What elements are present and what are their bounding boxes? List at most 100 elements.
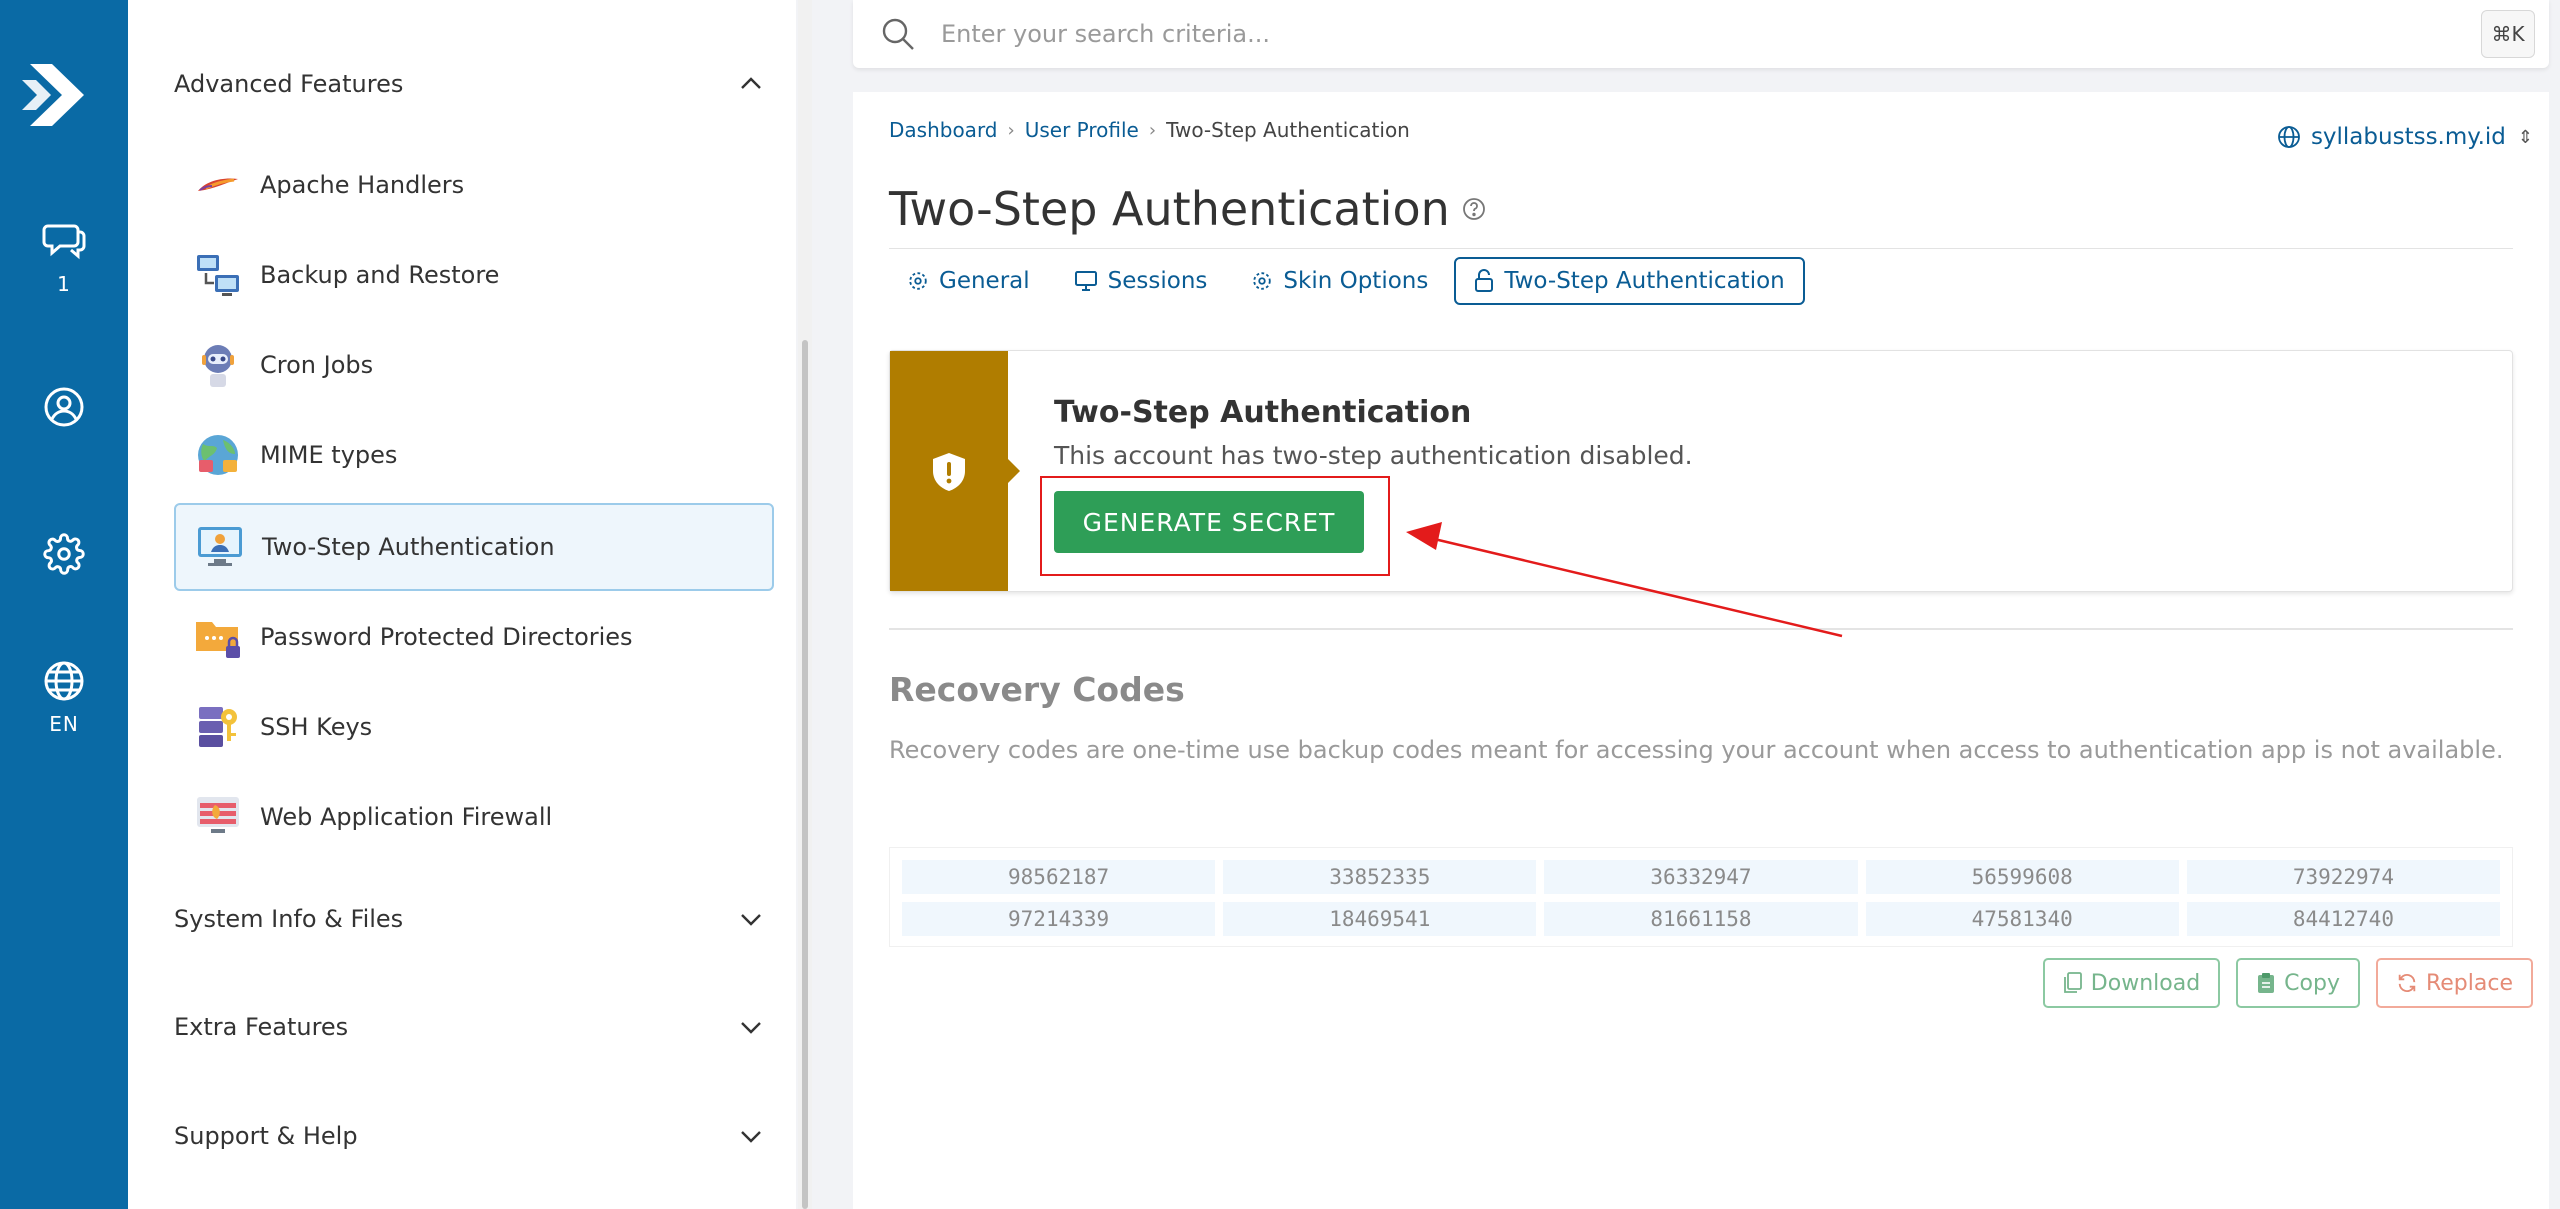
tab-general[interactable]: General [889,257,1048,305]
sidebar-item-ssh-keys[interactable]: SSH Keys [174,683,774,771]
title-divider [889,248,2513,249]
breadcrumb-dashboard[interactable]: Dashboard [889,118,998,142]
recovery-code: 73922974 [2186,860,2500,894]
page-title: Two-Step Authentication [889,182,1450,236]
domain-name: syllabustss.my.id [2310,124,2506,150]
rail-language[interactable]: EN [0,660,128,736]
alert-text: This account has two-step authentication… [1054,441,1693,470]
sidebar-item-apache-handlers[interactable]: Apache Handlers [174,141,774,229]
group-label: Support & Help [174,1122,358,1150]
download-button[interactable]: Download [2042,958,2221,1008]
group-support-help[interactable]: Support & Help [174,1114,764,1158]
mime-globe-icon [194,431,242,479]
sidebar-item-two-step-auth[interactable]: Two-Step Authentication [174,503,774,591]
server-key-icon [194,703,242,751]
tab-two-step-auth[interactable]: Two-Step Authentication [1454,257,1805,305]
tab-label: General [939,268,1030,294]
left-rail: 1 EN [0,0,128,1209]
locked-folder-icon [194,613,242,661]
refresh-icon [2398,974,2416,992]
sidebar-item-label: Web Application Firewall [260,803,553,831]
recovery-code: 81661158 [1544,902,1858,936]
help-circle-icon[interactable] [1462,197,1486,221]
firewall-icon [194,793,242,841]
domain-selector[interactable]: syllabustss.my.id ⇕ [2277,124,2533,150]
sidebar-item-label: Password Protected Directories [260,623,633,651]
sidebar-item-waf[interactable]: Web Application Firewall [174,773,774,861]
recovery-code: 56599608 [1865,860,2179,894]
sidebar: Advanced Features Apache Handlers Backup… [128,0,796,1209]
backup-computers-icon [194,251,242,299]
group-advanced-features[interactable]: Advanced Features [174,62,764,106]
breadcrumb-user-profile[interactable]: User Profile [1025,118,1139,142]
sidebar-item-label: Backup and Restore [260,261,500,289]
rail-settings[interactable] [0,533,128,575]
tab-label: Sessions [1107,268,1208,294]
recovery-codes-description: Recovery codes are one-time use backup c… [889,736,2504,764]
group-label: Advanced Features [174,70,404,98]
feather-icon [194,161,242,209]
recovery-code: 36332947 [1544,860,1858,894]
recovery-code: 98562187 [902,860,1216,894]
monitor-user-icon [196,523,244,571]
search-input[interactable] [941,20,2341,48]
language-label: EN [49,712,79,736]
sidebar-item-label: MIME types [260,441,398,469]
breadcrumb-separator-icon: › [1148,119,1157,141]
chevron-up-icon [741,77,761,89]
clipboard-icon [2258,973,2275,993]
globe-icon [44,661,84,701]
search-bar: ⌘K [853,0,2549,68]
group-label: System Info & Files [174,905,404,933]
breadcrumb: Dashboard › User Profile › Two-Step Auth… [889,118,1410,142]
recovery-code: 97214339 [902,902,1216,936]
logo-icon[interactable] [22,58,92,132]
recovery-code: 33852335 [1223,860,1537,894]
shield-alert-icon [933,453,965,491]
rail-profile[interactable] [0,386,128,428]
sidebar-scrollbar-thumb[interactable] [802,340,808,1209]
sidebar-item-label: Apache Handlers [260,171,465,199]
replace-button[interactable]: Replace [2375,958,2533,1008]
search-icon [882,18,914,50]
main-panel: Dashboard › User Profile › Two-Step Auth… [853,92,2549,1209]
sidebar-item-backup-restore[interactable]: Backup and Restore [174,231,774,319]
robot-icon [194,341,242,389]
chevron-down-icon [741,914,761,926]
rail-chat[interactable]: 1 [0,218,128,296]
recovery-actions: Download Copy Replace [2027,958,2533,1008]
section-divider [889,628,2513,630]
sidebar-item-label: Two-Step Authentication [262,533,555,561]
group-label: Extra Features [174,1013,349,1041]
page-title-row: Two-Step Authentication [889,182,1486,236]
alert-title: Two-Step Authentication [1054,395,1472,430]
recovery-code: 84412740 [2186,902,2500,936]
copy-button[interactable]: Copy [2236,958,2360,1008]
sidebar-item-password-directories[interactable]: Password Protected Directories [174,593,774,681]
replace-label: Replace [2425,970,2513,996]
chevron-down-icon [741,1131,761,1143]
recovery-codes-grid: 98562187 33852335 36332947 56599608 7392… [889,847,2513,947]
tab-sessions[interactable]: Sessions [1056,257,1226,305]
monitor-icon [1074,271,1097,291]
breadcrumb-current: Two-Step Authentication [1166,118,1410,142]
chevron-down-icon [741,1022,761,1034]
file-copy-icon [2063,972,2082,993]
group-extra-features[interactable]: Extra Features [174,1005,764,1049]
globe-icon [2278,126,2300,148]
lock-icon [1475,269,1494,292]
copy-label: Copy [2284,970,2340,996]
recovery-code: 18469541 [1223,902,1537,936]
gear-icon [909,272,927,290]
sidebar-item-cron-jobs[interactable]: Cron Jobs [174,321,774,409]
sidebar-item-mime-types[interactable]: MIME types [174,411,774,499]
tab-bar: General Sessions Skin Options Two-Step A… [889,257,1813,305]
download-label: Download [2090,970,2201,996]
annotation-highlight-box [1040,476,1390,576]
user-circle-icon [44,387,84,427]
tab-skin-options[interactable]: Skin Options [1233,257,1446,305]
band-notch [1008,459,1020,483]
warning-band [890,351,1020,591]
search-shortcut-badge: ⌘K [2481,10,2535,58]
group-system-info[interactable]: System Info & Files [174,897,764,941]
